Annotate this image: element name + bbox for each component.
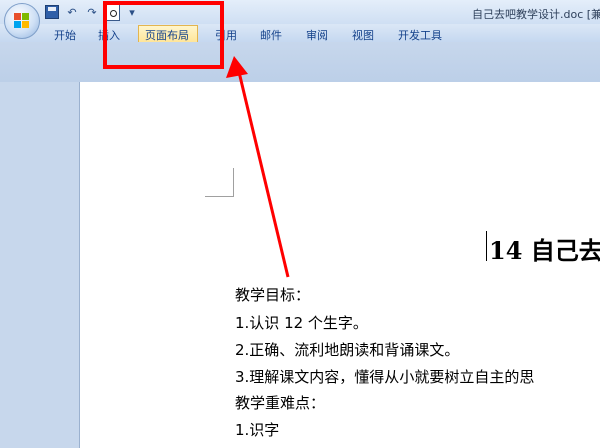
office-button[interactable]: [4, 3, 40, 39]
office-logo-icon: [14, 13, 30, 29]
annotation-arrow: [226, 56, 290, 278]
